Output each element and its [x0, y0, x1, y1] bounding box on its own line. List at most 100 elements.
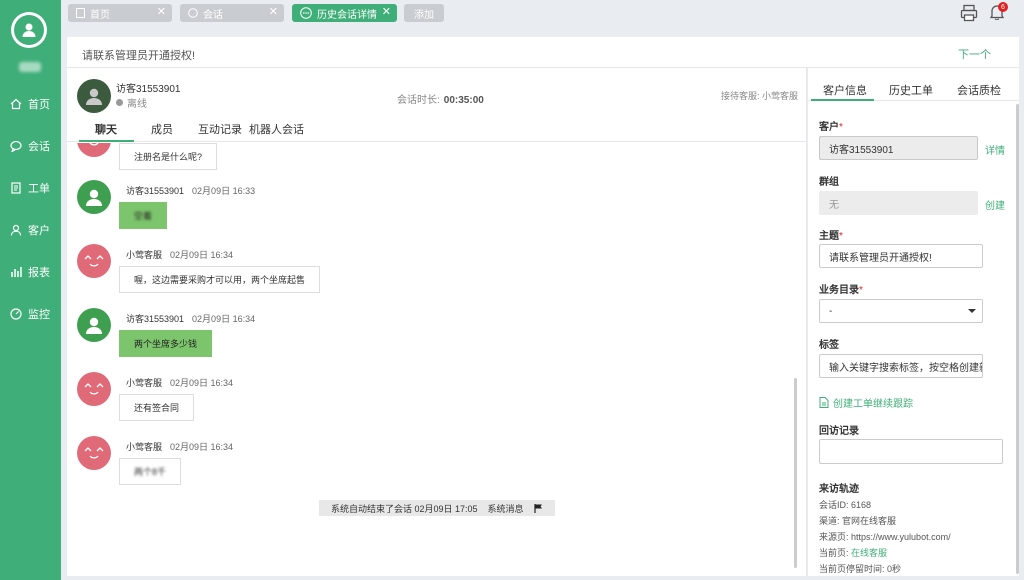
trail-value: 官网在线客服: [842, 516, 897, 526]
customer-value: 访客31553901: [829, 144, 894, 156]
trail-key: 渠道:: [819, 516, 840, 526]
agent-avatar: [77, 244, 111, 278]
user-avatar[interactable]: [11, 12, 47, 48]
message-meta: 小莺客服 02月09日 16:34: [126, 376, 233, 389]
trail-value[interactable]: 在线客服: [851, 548, 887, 558]
sidebar-item-ticket[interactable]: 工单: [0, 177, 61, 199]
trail-current-page: 当前页: 在线客服: [819, 546, 887, 559]
notice-bar: 请联系管理员开通授权! 下一个: [67, 37, 1019, 68]
monitor-icon: [10, 308, 22, 320]
sidebar-item-label: 客户: [28, 225, 50, 237]
username-blurred: [19, 62, 41, 72]
subject-label: 主题*: [819, 231, 843, 242]
notification-badge: 6: [998, 2, 1008, 12]
message-time: 02月09日 16:33: [192, 186, 256, 196]
agent-label: 接待客服: 小莺客服: [720, 91, 798, 101]
chat-header: 访客31553901 离线 会话时长: 00:35:00 接待客服: 小莺客服: [67, 68, 806, 116]
visitor-name: 访客31553901: [116, 84, 181, 95]
visitor-status: 离线: [116, 95, 147, 110]
printer-icon[interactable]: [960, 4, 978, 22]
status-text: 离线: [127, 99, 147, 110]
sender-name: 访客31553901: [126, 186, 185, 196]
system-message: 系统自动结束了会话 02月09日 17:05 系统消息: [319, 500, 555, 516]
sidebar-item-customer[interactable]: 客户: [0, 219, 61, 241]
trail-stay-time: 当前页停留时间: 0秒: [819, 562, 901, 575]
message-item: 小莺客服 02月09日 16:34 喔，这边需要采购才可以用，两个坐席起售: [77, 244, 377, 304]
message-meta: 小莺客服 02月09日 16:34: [126, 248, 233, 261]
flag-icon: [533, 503, 542, 513]
close-icon[interactable]: ✕: [382, 5, 391, 18]
message-item: 小莺客服 02月09日 16:34 还有签合同: [77, 372, 377, 432]
tab-members[interactable]: 成员: [151, 121, 173, 137]
tab-label: 历史会话详情: [317, 9, 377, 21]
message-text: 两个8千: [134, 467, 167, 477]
subject-value: 请联系管理员开通授权!: [829, 252, 932, 264]
category-label-text: 业务目录: [819, 285, 859, 296]
sidebar-item-chat[interactable]: 会话: [0, 135, 61, 157]
trail-key: 会话ID:: [819, 500, 849, 510]
subject-input[interactable]: 请联系管理员开通授权!: [819, 244, 983, 268]
message-bubble: 两个8千: [119, 458, 182, 485]
tab-home[interactable]: 首页 ✕: [68, 4, 172, 22]
smiley-icon: [84, 255, 104, 267]
sidebar-item-label: 报表: [28, 267, 50, 279]
sidebar-item-home[interactable]: 首页: [0, 93, 61, 115]
sidebar-item-monitor[interactable]: 监控: [0, 303, 61, 325]
tab-chat[interactable]: 聊天: [95, 121, 117, 137]
message-bubble: 空着: [119, 202, 168, 229]
trail-key: 来源页:: [819, 532, 849, 542]
user-icon: [22, 23, 36, 37]
chat-icon: [188, 8, 198, 18]
create-ticket-text: 创建工单继续跟踪: [833, 399, 913, 410]
trail-key: 当前页停留时间:: [819, 564, 885, 574]
document-icon: [76, 8, 85, 18]
message-bubble: 喔，这边需要采购才可以用，两个坐席起售: [119, 266, 321, 293]
visitor-avatar: [77, 308, 111, 342]
customer-detail-link[interactable]: 详情: [985, 142, 1005, 157]
ticket-icon: [10, 182, 22, 194]
message-meta: 访客31553901 02月09日 16:34: [126, 312, 255, 325]
next-button[interactable]: 下一个: [958, 46, 991, 62]
tab-quality-check[interactable]: 会话质检: [957, 82, 1001, 98]
tab-robot-chat[interactable]: 机器人会话: [249, 121, 304, 137]
message-bubble: 注册名是什么呢?: [119, 143, 218, 170]
trail-session-id: 会话ID: 6168: [819, 498, 871, 511]
chat-scrollbar[interactable]: [794, 378, 797, 568]
customer-label: 客户*: [819, 122, 843, 133]
tags-input[interactable]: 输入关键字搜索标签，按空格创建新标签: [819, 354, 983, 378]
group-label: 群组: [819, 177, 839, 188]
active-tab-underline: [811, 99, 874, 101]
duration-value: 00:35:00: [443, 95, 484, 106]
tags-label: 标签: [819, 340, 839, 351]
revisit-textarea[interactable]: [819, 439, 1003, 464]
message-item: 访客31553901 02月09日 16:33 空着: [77, 180, 377, 240]
tab-history-detail[interactable]: 历史会话详情 ✕: [292, 4, 397, 22]
create-ticket-link[interactable]: 创建工单继续跟踪: [819, 395, 913, 410]
duration-label: 会话时长:: [397, 95, 440, 106]
category-select[interactable]: -: [819, 299, 983, 323]
message-time: 02月09日 16:34: [192, 314, 256, 324]
close-icon[interactable]: ✕: [269, 5, 278, 18]
group-create-link[interactable]: 创建: [985, 197, 1005, 212]
sidebar: 首页 会话 工单 客户 报表 监控: [0, 0, 61, 580]
sidebar-item-label: 首页: [28, 99, 50, 111]
close-icon[interactable]: ✕: [157, 5, 166, 18]
tab-interaction-records[interactable]: 互动记录: [198, 121, 242, 137]
agent-avatar: [77, 143, 111, 157]
revisit-label: 回访记录: [819, 426, 859, 437]
message-meta: 访客31553901 02月09日 16:33: [126, 184, 255, 197]
sidebar-item-report[interactable]: 报表: [0, 261, 61, 283]
customer-panel-tabs: 客户信息 历史工单 会话质检: [808, 68, 1019, 101]
system-message-text: 系统自动结束了会话 02月09日 17:05: [331, 503, 478, 514]
add-tab-button[interactable]: 添加: [404, 4, 444, 22]
smiley-icon: [84, 447, 104, 459]
message-item: 访客31553901 02月09日 16:34 两个坐席多少钱: [77, 308, 377, 368]
home-icon: [10, 98, 22, 110]
tab-chat[interactable]: 会话 ✕: [180, 4, 284, 22]
tab-history-tickets[interactable]: 历史工单: [889, 82, 933, 98]
tab-customer-info[interactable]: 客户信息: [823, 82, 867, 98]
user-icon: [10, 224, 22, 236]
customer-panel-scrollbar[interactable]: [1016, 104, 1019, 574]
sidebar-item-label: 会话: [28, 141, 50, 153]
chat-bubble-icon: [300, 7, 312, 19]
